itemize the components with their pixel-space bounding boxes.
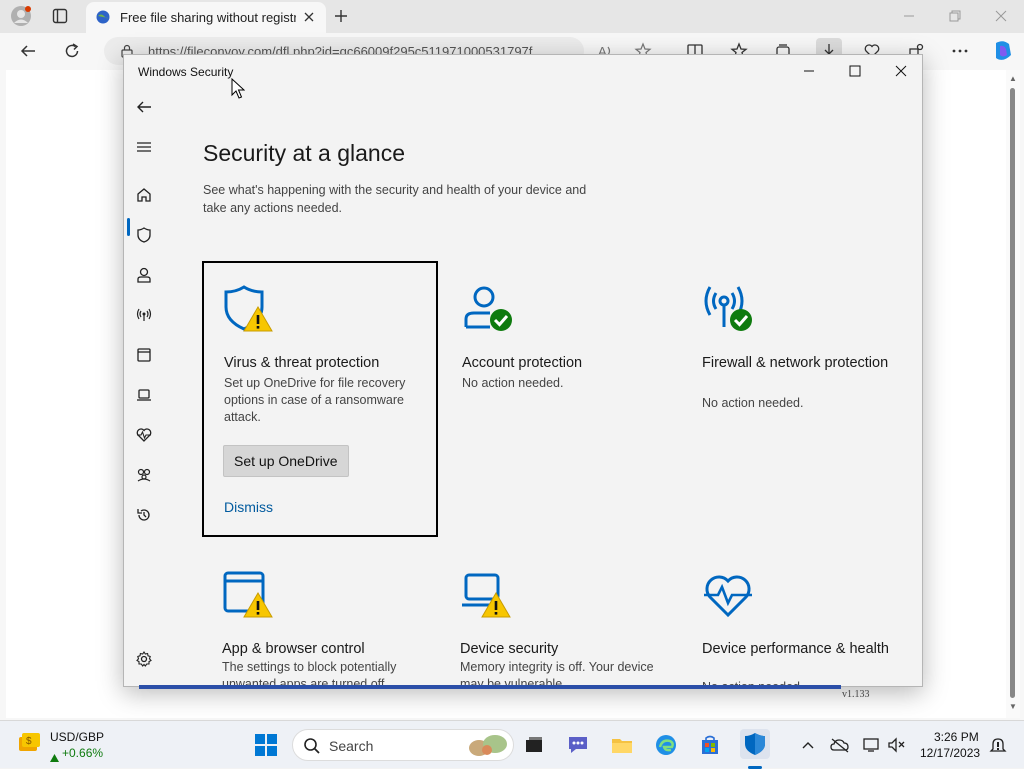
maximize-button[interactable] bbox=[832, 59, 878, 87]
wireless-icon[interactable] bbox=[132, 303, 156, 327]
maximize-icon bbox=[849, 64, 861, 82]
home-icon[interactable] bbox=[132, 183, 156, 207]
svg-text:$: $ bbox=[26, 736, 32, 747]
card-title: Account protection bbox=[462, 355, 583, 371]
dismiss-link[interactable]: Dismiss bbox=[224, 499, 273, 515]
settings-icon[interactable] bbox=[132, 647, 156, 671]
card-title: App & browser control bbox=[222, 641, 365, 657]
clock-date[interactable]: 12/17/2023 bbox=[920, 746, 980, 760]
globe-icon bbox=[96, 10, 110, 24]
chevron-up-icon[interactable] bbox=[794, 731, 822, 759]
card-title: Virus & threat protection bbox=[224, 355, 380, 371]
up-arrow-icon bbox=[50, 749, 59, 762]
version-label: v1.133 bbox=[842, 689, 870, 700]
search-highlight-icon bbox=[465, 732, 511, 760]
start-icon[interactable] bbox=[252, 731, 280, 759]
page-subtitle: See what's happening with the security a… bbox=[203, 183, 587, 215]
more-options-icon[interactable] bbox=[949, 40, 971, 62]
minimize-icon bbox=[803, 64, 815, 82]
ticker-widget-icon[interactable]: $ bbox=[16, 729, 44, 759]
tab-active[interactable]: Free file sharing without registrat bbox=[86, 2, 326, 33]
card-description: Set up OneDrive for file recovery option… bbox=[224, 376, 406, 424]
tab-bar: Free file sharing without registrat bbox=[0, 0, 1024, 33]
tab-actions-icon[interactable] bbox=[49, 5, 71, 27]
card-title: Device security bbox=[460, 641, 559, 657]
person-icon[interactable] bbox=[132, 263, 156, 287]
tab-title: Free file sharing without registrat bbox=[120, 10, 296, 25]
edge-icon[interactable] bbox=[652, 731, 680, 759]
card-account-protection[interactable]: Account protection No action needed. bbox=[442, 261, 678, 461]
scroll-down-icon[interactable]: ▼ bbox=[1009, 702, 1017, 711]
side-navigation bbox=[124, 91, 164, 686]
card-firewall-network[interactable]: Firewall & network protection No action … bbox=[682, 261, 918, 461]
laptop-warning-icon bbox=[460, 569, 512, 621]
ticker-symbol[interactable]: USD/GBP bbox=[50, 730, 104, 744]
heart-pulse-large-icon bbox=[702, 569, 754, 621]
window-bottom-strip bbox=[139, 685, 841, 689]
clock-time[interactable]: 3:26 PM bbox=[934, 730, 979, 744]
refresh-icon[interactable] bbox=[61, 40, 83, 62]
wireless-ok-icon bbox=[702, 283, 754, 335]
history-icon[interactable] bbox=[132, 503, 156, 527]
onedrive-off-icon[interactable] bbox=[826, 731, 854, 759]
card-device-security[interactable]: Device security Memory integrity is off.… bbox=[442, 561, 678, 687]
card-title: Device performance & health bbox=[702, 641, 889, 657]
file-explorer-icon[interactable] bbox=[608, 731, 636, 759]
windows-security-window: Windows Security Security at a glance Se… bbox=[123, 54, 923, 687]
card-virus-threat-protection[interactable]: Virus & threat protection Set up OneDriv… bbox=[202, 261, 438, 537]
close-button[interactable] bbox=[878, 59, 922, 87]
shield-warning-icon bbox=[222, 283, 274, 335]
profile-icon[interactable] bbox=[10, 5, 32, 27]
shield-icon[interactable] bbox=[132, 223, 156, 247]
page-scrollbar[interactable]: ▲ ▼ bbox=[1006, 70, 1020, 718]
taskbar: $ USD/GBP +0.66% Search 3:26 PM 12/17/20… bbox=[0, 720, 1024, 769]
browser-close-icon[interactable] bbox=[990, 5, 1012, 27]
card-device-performance[interactable]: Device performance & health No action ne… bbox=[682, 561, 918, 686]
card-description: The settings to block potentially unwant… bbox=[222, 660, 397, 687]
chat-icon[interactable] bbox=[564, 731, 592, 759]
taskbar-search[interactable]: Search bbox=[292, 729, 514, 761]
app-browser-icon[interactable] bbox=[132, 343, 156, 367]
card-title: Firewall & network protection bbox=[702, 355, 889, 371]
windows-security-taskbar-icon[interactable] bbox=[740, 729, 770, 759]
store-icon[interactable] bbox=[696, 731, 724, 759]
scroll-up-icon[interactable]: ▲ bbox=[1009, 74, 1017, 83]
setup-onedrive-button[interactable]: Set up OneDrive bbox=[223, 445, 349, 477]
card-description: No action needed. bbox=[702, 396, 804, 410]
browser-restore-icon[interactable] bbox=[944, 5, 966, 27]
scroll-thumb[interactable] bbox=[1010, 88, 1015, 698]
back-arrow-icon[interactable] bbox=[17, 40, 39, 62]
copilot-icon[interactable] bbox=[990, 38, 1016, 64]
nav-selected-indicator bbox=[127, 218, 130, 236]
account-ok-icon bbox=[462, 283, 514, 335]
page-title: Security at a glance bbox=[203, 140, 406, 166]
volume-muted-icon[interactable] bbox=[882, 731, 910, 759]
ticker-change: +0.66% bbox=[62, 746, 104, 760]
back-icon[interactable] bbox=[132, 95, 156, 119]
app-browser-warning-icon bbox=[222, 569, 274, 621]
search-icon bbox=[303, 737, 321, 755]
minimize-button[interactable] bbox=[786, 59, 832, 87]
mouse-cursor-icon bbox=[231, 77, 246, 100]
card-description: Memory integrity is off. Your device may… bbox=[460, 660, 654, 687]
window-title: Windows Security bbox=[138, 65, 234, 79]
card-description: No action needed. bbox=[462, 376, 564, 390]
browser-minimize-icon[interactable] bbox=[898, 5, 920, 27]
search-placeholder: Search bbox=[329, 738, 374, 754]
menu-icon[interactable] bbox=[132, 135, 156, 159]
family-icon[interactable] bbox=[132, 463, 156, 487]
laptop-icon[interactable] bbox=[132, 383, 156, 407]
heart-pulse-icon[interactable] bbox=[132, 423, 156, 447]
notifications-icon[interactable] bbox=[984, 731, 1012, 759]
tab-close-icon[interactable] bbox=[301, 9, 317, 25]
card-app-browser-control[interactable]: App & browser control The settings to bl… bbox=[202, 561, 438, 687]
new-tab-icon[interactable] bbox=[330, 5, 352, 27]
task-view-icon[interactable] bbox=[520, 731, 548, 759]
close-icon bbox=[895, 64, 907, 82]
main-content: Security at a glance See what's happenin… bbox=[164, 91, 922, 687]
